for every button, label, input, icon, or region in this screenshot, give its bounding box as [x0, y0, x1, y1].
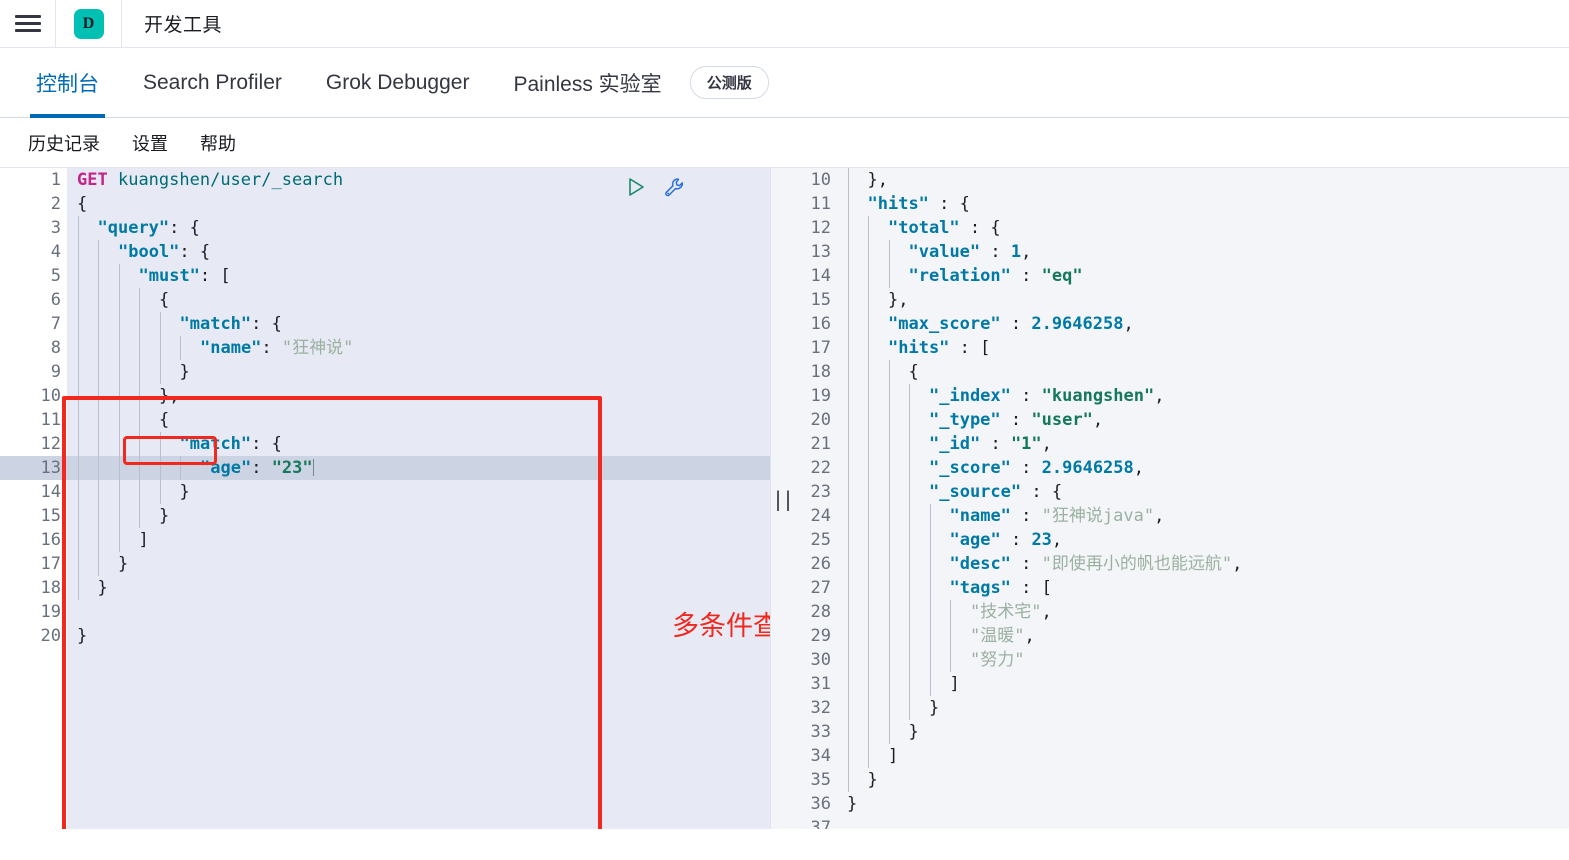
- code-line[interactable]: ]: [837, 744, 1569, 768]
- code-line[interactable]: ]: [837, 672, 1569, 696]
- code-line[interactable]: {: [837, 360, 1569, 384]
- line-number: 14▲: [0, 480, 77, 504]
- code-line[interactable]: }: [837, 720, 1569, 744]
- line-number: 4▼: [0, 240, 77, 264]
- annotation-note: 多条件查询: [672, 611, 770, 641]
- code-line[interactable]: "must": [: [67, 264, 770, 288]
- splitter-grip: ||: [771, 486, 794, 511]
- code-line[interactable]: "desc" : "即使再小的帆也能远航",: [837, 552, 1569, 576]
- code-line[interactable]: "_type" : "user",: [837, 408, 1569, 432]
- app-logo[interactable]: D: [56, 0, 122, 48]
- line-number: 8: [50, 338, 61, 358]
- code-line[interactable]: }: [837, 792, 1569, 816]
- code-line[interactable]: "match": {: [67, 432, 770, 456]
- tab-console[interactable]: 控制台: [14, 48, 121, 118]
- line-number: 5▼: [0, 264, 77, 288]
- code-line[interactable]: "relation" : "eq": [837, 264, 1569, 288]
- response-viewer[interactable]: 10▲11▼12▼131415▲1617▼18▼1920212223▼24252…: [771, 168, 1569, 829]
- code-line[interactable]: {: [67, 408, 770, 432]
- code-line[interactable]: [837, 816, 1569, 829]
- code-line[interactable]: ]: [67, 528, 770, 552]
- code-line[interactable]: "bool": {: [67, 240, 770, 264]
- code-line[interactable]: }: [837, 768, 1569, 792]
- code-line[interactable]: [67, 600, 770, 624]
- line-number: 6▼: [0, 288, 77, 312]
- top-bar: D 开发工具: [0, 0, 1569, 48]
- line-number: 19: [40, 602, 61, 622]
- code-line[interactable]: "age": "23": [67, 456, 770, 480]
- code-line[interactable]: "努力": [837, 648, 1569, 672]
- line-number: 18▲: [0, 576, 77, 600]
- wrench-icon[interactable]: [663, 176, 687, 200]
- code-line[interactable]: }: [67, 360, 770, 384]
- line-number: 9▲: [0, 360, 77, 384]
- beta-badge[interactable]: 公测版: [689, 66, 769, 99]
- console-submenu: 历史记录 设置 帮助: [0, 118, 1569, 168]
- code-line[interactable]: "_id" : "1",: [837, 432, 1569, 456]
- request-code-area[interactable]: GET kuangshen/user/_search { "query": { "…: [67, 168, 770, 829]
- code-line[interactable]: "name" : "狂神说java",: [837, 504, 1569, 528]
- tab-search-profiler[interactable]: Search Profiler: [121, 48, 304, 118]
- line-number: 16▲: [0, 528, 77, 552]
- code-line[interactable]: {: [67, 288, 770, 312]
- code-line[interactable]: "match": {: [67, 312, 770, 336]
- code-line[interactable]: }: [837, 696, 1569, 720]
- code-line[interactable]: "max_score" : 2.9646258,: [837, 312, 1569, 336]
- line-number: 12▼: [0, 432, 77, 456]
- code-line[interactable]: "技术宅",: [837, 600, 1569, 624]
- code-line[interactable]: }: [67, 624, 770, 648]
- tab-grok-debugger[interactable]: Grok Debugger: [304, 48, 492, 118]
- http-method: GET: [77, 170, 108, 190]
- code-line[interactable]: "value" : 1,: [837, 240, 1569, 264]
- code-line[interactable]: "tags" : [: [837, 576, 1569, 600]
- play-icon[interactable]: [625, 176, 647, 198]
- code-line[interactable]: "name": "狂神说": [67, 336, 770, 360]
- code-line[interactable]: "hits" : [: [837, 336, 1569, 360]
- request-line-numbers[interactable]: 12▼3▼4▼5▼6▼7▼89▲10▲11▼12▼1314▲15▲16▲17▲1…: [0, 168, 77, 829]
- response-code-area[interactable]: }, "hits" : { "total" : { "value" : 1, "…: [837, 168, 1569, 829]
- code-line[interactable]: }: [67, 552, 770, 576]
- line-number: 1: [50, 170, 61, 190]
- code-line[interactable]: "total" : {: [837, 216, 1569, 240]
- logo-letter: D: [73, 8, 104, 39]
- request-editor[interactable]: 12▼3▼4▼5▼6▼7▼89▲10▲11▼12▼1314▲15▲16▲17▲1…: [0, 168, 771, 829]
- request-path: kuangshen/user/_search: [117, 170, 344, 190]
- line-number: 11▼: [0, 408, 77, 432]
- code-line[interactable]: }: [67, 504, 770, 528]
- line-number: 2▼: [0, 192, 77, 216]
- code-line[interactable]: "_source" : {: [837, 480, 1569, 504]
- line-number: 20▲: [0, 624, 77, 648]
- code-line[interactable]: "温暖",: [837, 624, 1569, 648]
- hamburger-menu-icon[interactable]: [0, 0, 56, 48]
- line-number: 15▲: [0, 504, 77, 528]
- code-line[interactable]: "_index" : "kuangshen",: [837, 384, 1569, 408]
- editor-panes: 12▼3▼4▼5▼6▼7▼89▲10▲11▼12▼1314▲15▲16▲17▲1…: [0, 168, 1569, 829]
- code-line[interactable]: "age" : 23,: [837, 528, 1569, 552]
- submenu-item-help[interactable]: 帮助: [186, 126, 250, 160]
- code-line[interactable]: "hits" : {: [837, 192, 1569, 216]
- code-line[interactable]: },: [837, 288, 1569, 312]
- line-number: 17▲: [0, 552, 77, 576]
- pane-splitter[interactable]: ||: [771, 168, 794, 829]
- code-line[interactable]: },: [837, 168, 1569, 192]
- code-line[interactable]: }: [67, 480, 770, 504]
- tab-bar: 控制台 Search Profiler Grok Debugger Painle…: [0, 48, 1569, 118]
- code-line[interactable]: },: [67, 384, 770, 408]
- tab-painless-lab[interactable]: Painless 实验室: [491, 48, 683, 118]
- submenu-item-history[interactable]: 历史记录: [14, 126, 114, 160]
- code-line[interactable]: "_score" : 2.9646258,: [837, 456, 1569, 480]
- code-line[interactable]: "query": {: [67, 216, 770, 240]
- line-number: 7▼: [0, 312, 77, 336]
- code-line[interactable]: }: [67, 576, 770, 600]
- submenu-item-settings[interactable]: 设置: [118, 126, 182, 160]
- line-number: 13: [0, 456, 67, 480]
- line-number: 3▼: [0, 216, 77, 240]
- line-number: 10▲: [0, 384, 77, 408]
- page-title: 开发工具: [144, 15, 223, 36]
- editor-action-icons: [625, 176, 687, 200]
